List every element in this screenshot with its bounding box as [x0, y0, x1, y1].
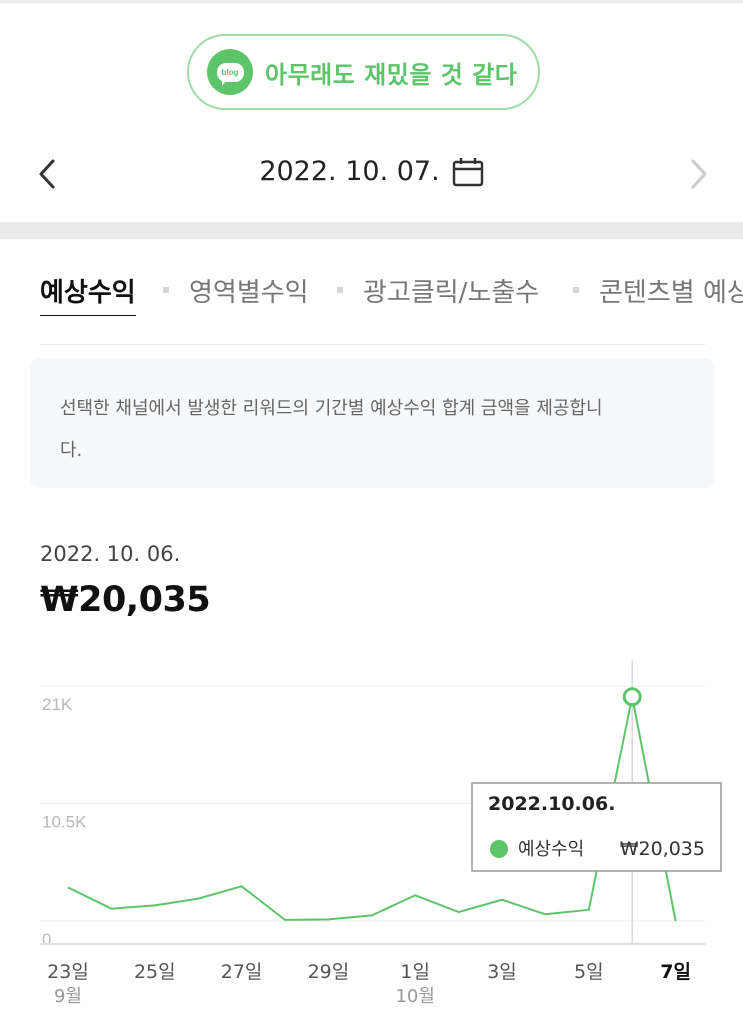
- blog-selector-button[interactable]: blog 아무래도 재밌을 것 같다: [187, 34, 540, 110]
- x-tick-label: 29일: [308, 961, 350, 983]
- x-tick-label: 25일: [134, 961, 176, 983]
- tab-expected-revenue[interactable]: 예상수익: [40, 272, 136, 316]
- tooltip-date: 2022.10.06.: [488, 793, 615, 815]
- chevron-right-icon[interactable]: [683, 156, 715, 192]
- tab-revenue-by-area[interactable]: 영역별수익: [189, 272, 309, 309]
- selected-amount: ₩20,035: [40, 580, 211, 620]
- x-tick-month-label: 10월: [395, 986, 434, 1007]
- tooltip-value: ₩20,035: [620, 838, 705, 860]
- selected-date: 2022. 10. 06.: [40, 542, 181, 566]
- tooltip-series-name: 예상수익: [518, 839, 584, 860]
- blog-icon-label: blog: [216, 62, 244, 86]
- tab-bar: 예상수익 영역별수익 광고클릭/노출수 콘텐츠별 예상수익: [0, 272, 743, 316]
- current-date: 2022. 10. 07.: [259, 156, 440, 187]
- highlighted-data-point: [622, 687, 642, 707]
- x-tick-month-label: 9월: [54, 986, 82, 1007]
- top-divider: [0, 0, 743, 3]
- y-tick-label: 0: [42, 930, 51, 949]
- y-tick-label: 21K: [42, 695, 73, 714]
- tab-separator: [163, 287, 169, 293]
- section-divider: [0, 222, 743, 239]
- x-tick-label: 23일: [47, 961, 89, 983]
- blog-icon: blog: [207, 49, 253, 95]
- date-navigator: 2022. 10. 07.: [0, 140, 743, 210]
- x-tick-label: 1일: [400, 961, 430, 983]
- tab-separator: [337, 287, 343, 293]
- x-tick-label: 5일: [574, 961, 604, 983]
- revenue-line-chart[interactable]: 0 10.5K 21K 23일 9월 25일 27일 29일 1일 10월 3일 5일 7일 2022.1…: [0, 650, 743, 1010]
- tab-content-revenue[interactable]: 콘텐츠별 예상수익: [599, 272, 743, 309]
- calendar-icon[interactable]: [452, 157, 484, 187]
- x-tick-label: 3일: [487, 961, 517, 983]
- x-tick-label: 7일: [660, 961, 691, 983]
- description-line-2: 다.: [60, 440, 83, 461]
- x-tick-label: 27일: [221, 961, 263, 983]
- tab-separator: [573, 287, 579, 293]
- y-tick-label: 10.5K: [42, 813, 87, 832]
- tooltip-series-dot: [490, 840, 508, 858]
- tabs-divider: [40, 344, 705, 345]
- description-box: 선택한 채널에서 발생한 리워드의 기간별 예상수익 합계 금액을 제공합니 다…: [30, 358, 715, 488]
- blog-name: 아무래도 재밌을 것 같다: [265, 60, 518, 89]
- description-line-1: 선택한 채널에서 발생한 리워드의 기간별 예상수익 합계 금액을 제공합니: [60, 398, 603, 419]
- tab-ad-clicks[interactable]: 광고클릭/노출수: [363, 272, 539, 309]
